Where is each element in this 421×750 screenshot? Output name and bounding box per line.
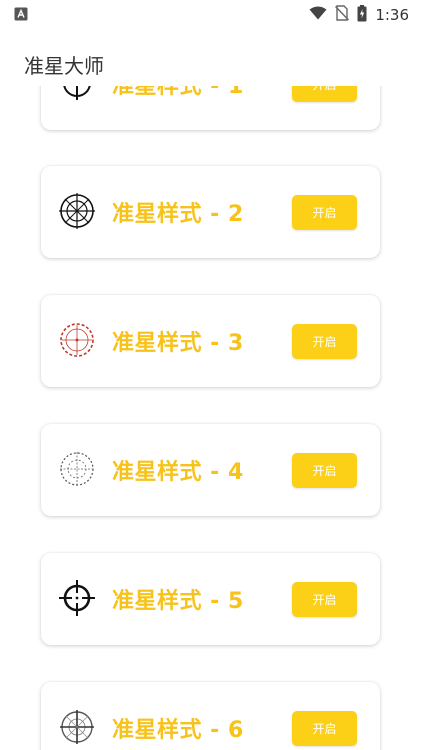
page-title: 准星大师	[24, 54, 104, 78]
enable-button[interactable]: 开启	[292, 582, 357, 617]
status-time: 1:36	[375, 6, 409, 24]
no-sim-icon	[335, 5, 350, 25]
list-item[interactable]: 准星样式 - 2 开启	[41, 166, 380, 258]
item-label: 准星样式 - 6	[112, 718, 244, 743]
crosshair-icon-2	[58, 192, 96, 230]
item-label: 准星样式 - 4	[112, 460, 244, 485]
wifi-icon	[309, 6, 327, 24]
list-item[interactable]: 准星样式 - 5 开启	[41, 553, 380, 645]
item-label: 准星样式 - 5	[112, 589, 244, 614]
item-label: 准星样式 - 1	[112, 86, 244, 99]
enable-button[interactable]: 开启	[292, 453, 357, 488]
list-item[interactable]: 准星样式 - 4 开启	[41, 424, 380, 516]
item-label: 准星样式 - 2	[112, 202, 244, 227]
battery-icon	[357, 4, 367, 26]
crosshair-icon-1	[58, 86, 96, 102]
enable-button[interactable]: 开启	[292, 86, 357, 102]
list-item[interactable]: 准星样式 - 6 开启	[41, 682, 380, 750]
crosshair-icon-5	[58, 579, 96, 617]
enable-button[interactable]: 开启	[292, 195, 357, 230]
item-label: 准星样式 - 3	[112, 331, 244, 356]
enable-button[interactable]: 开启	[292, 324, 357, 359]
crosshair-icon-4	[58, 450, 96, 488]
list-item[interactable]: 准星样式 - 3 开启	[41, 295, 380, 387]
notification-icon	[14, 6, 28, 25]
enable-button[interactable]: 开启	[292, 711, 357, 746]
crosshair-icon-6	[58, 708, 96, 746]
crosshair-icon-3	[58, 321, 96, 359]
status-bar: 1:36	[0, 0, 421, 30]
crosshair-list[interactable]: 准星样式 - 1 开启 准星样式 - 2 开启	[0, 86, 421, 750]
list-item[interactable]: 准星样式 - 1 开启	[41, 86, 380, 130]
